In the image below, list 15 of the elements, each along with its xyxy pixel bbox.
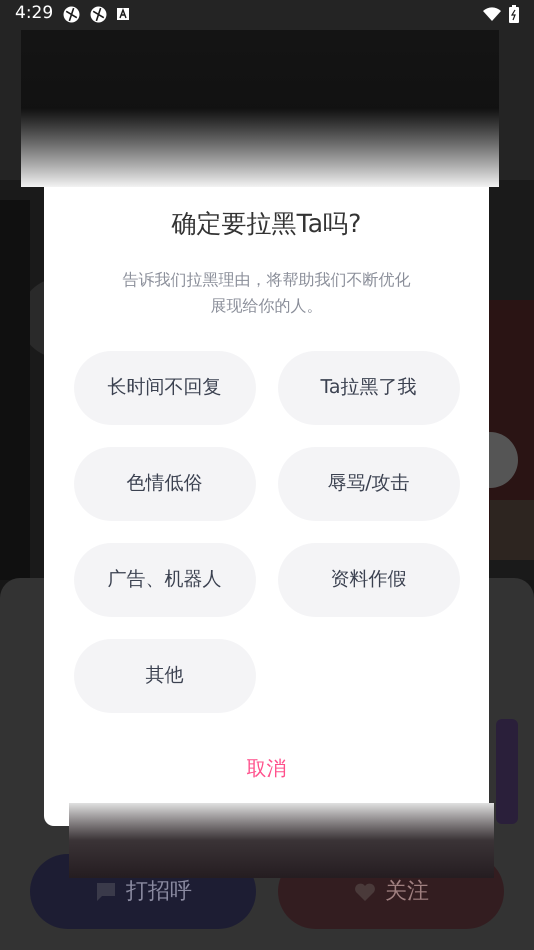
dialog-message: 告诉我们拉黑理由，将帮助我们不断优化展现给你的人。 [122,268,412,316]
dialog-title: 确定要拉黑Ta吗? [172,208,362,240]
reason-option[interactable]: 辱骂/攻击 [278,446,460,520]
app-icon [63,6,80,22]
time-text: 4:29 [15,2,54,26]
wifi-icon [483,7,501,21]
keyboard-icon [117,8,130,20]
reason-option[interactable]: 色情低俗 [74,446,256,520]
reason-option[interactable]: 广告、机器人 [74,542,256,616]
reason-option[interactable]: Ta拉黑了我 [278,350,460,424]
reason-option[interactable]: 资料作假 [278,542,460,616]
battery-icon [509,5,519,23]
reason-option[interactable]: 其他 [74,638,256,712]
reason-option[interactable]: 长时间不回复 [74,350,256,424]
app-icon [90,6,108,22]
